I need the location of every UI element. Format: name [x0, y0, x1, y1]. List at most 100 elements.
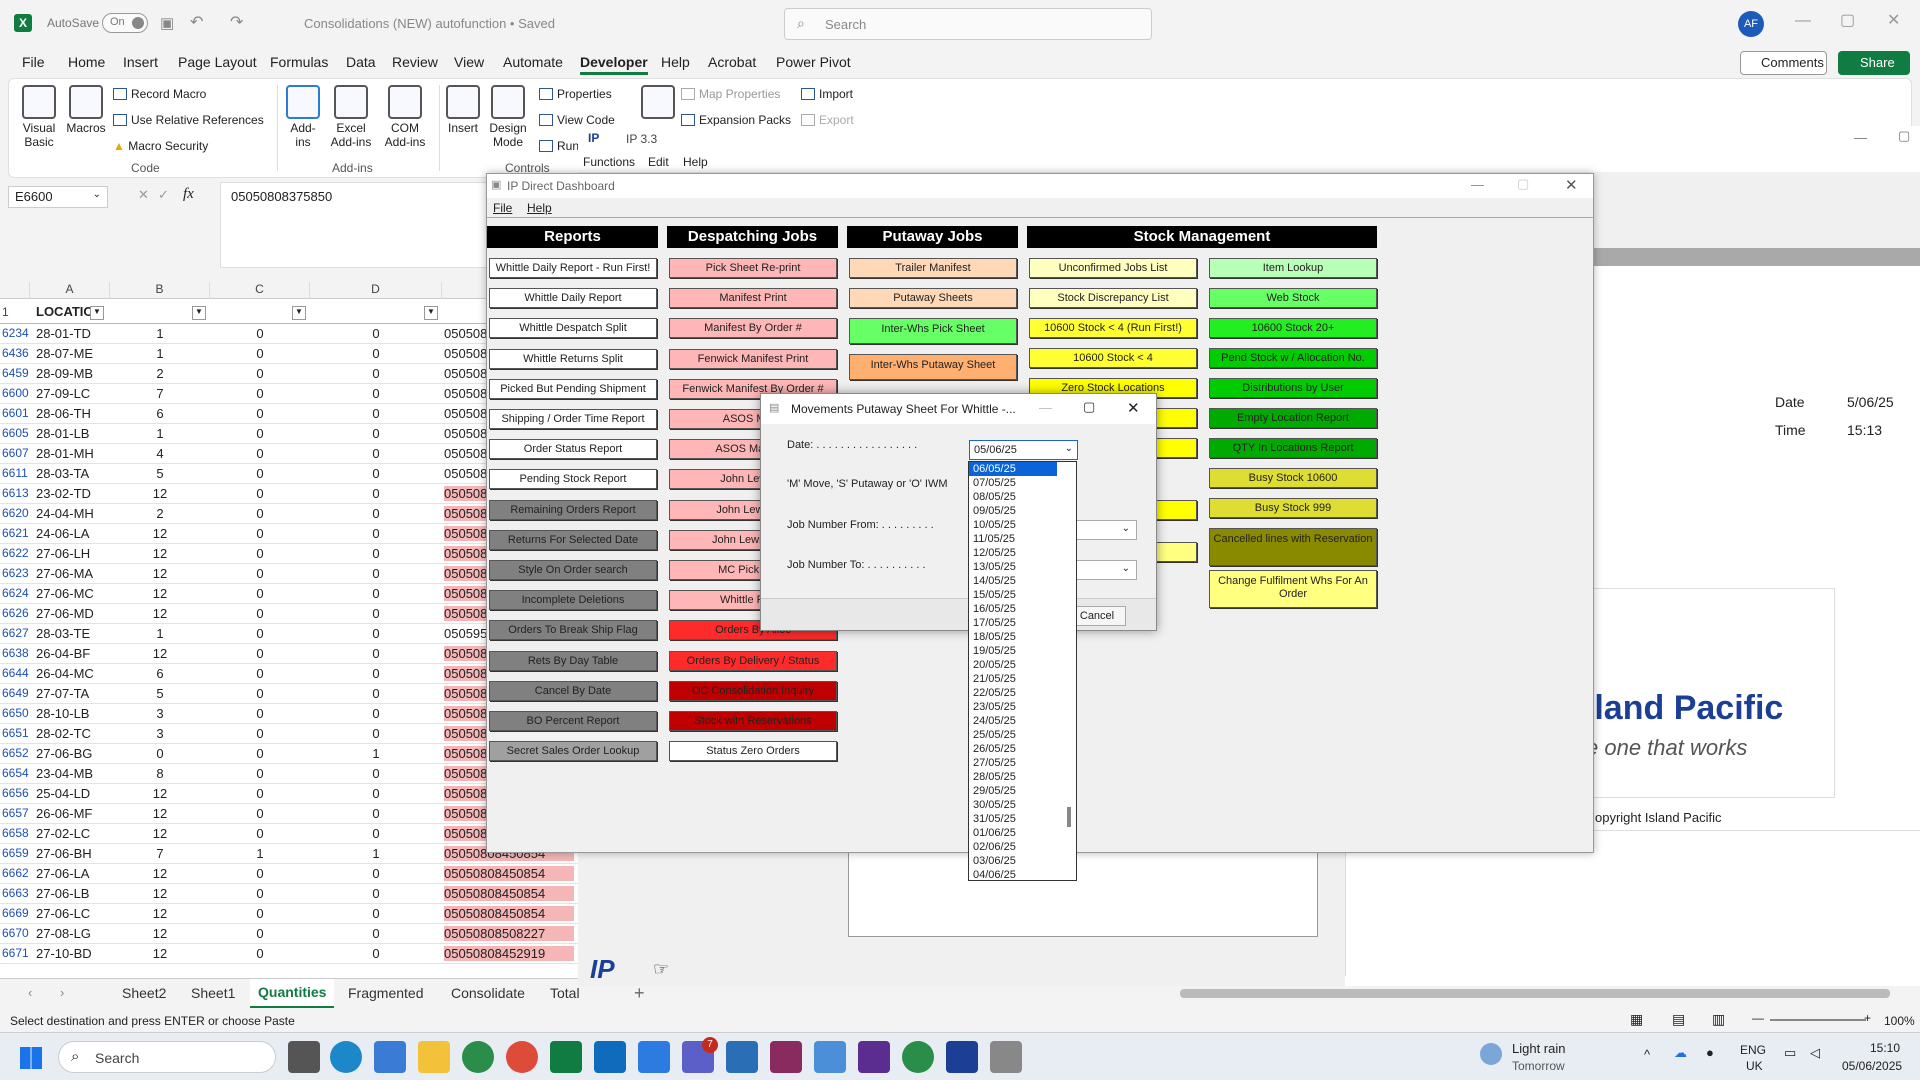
- date-option[interactable]: 28/05/25: [969, 770, 1076, 784]
- minimize-icon[interactable]: —: [1795, 12, 1811, 30]
- cell-location[interactable]: 23-02-TD: [36, 486, 91, 501]
- cell-location[interactable]: 26-06-MF: [36, 806, 92, 821]
- display-icon[interactable]: ▭: [1784, 1045, 1796, 1061]
- despatch-button[interactable]: Manifest By Order #: [669, 318, 837, 339]
- scrollbar-thumb[interactable]: [1067, 807, 1071, 827]
- reports-button[interactable]: Pending Stock Report: [489, 469, 657, 490]
- filter-dropdown-icon[interactable]: ▼: [90, 306, 104, 320]
- cell-b[interactable]: 12: [110, 606, 210, 621]
- cell-e[interactable]: 05050808508227: [444, 926, 574, 941]
- row-number[interactable]: 6654: [0, 766, 30, 780]
- cell-location[interactable]: 28-03-TE: [36, 626, 90, 641]
- date-option[interactable]: 23/05/25: [969, 700, 1076, 714]
- row-number[interactable]: 6652: [0, 746, 30, 760]
- cell-location[interactable]: 27-06-MA: [36, 566, 93, 581]
- putaway-button[interactable]: Putaway Sheets: [849, 288, 1017, 308]
- date-option[interactable]: 25/05/25: [969, 728, 1076, 742]
- autosave-toggle[interactable]: On: [102, 13, 148, 33]
- cell-location[interactable]: 27-06-LB: [36, 886, 89, 901]
- zoom-out-icon[interactable]: —: [1752, 1011, 1764, 1025]
- weather-text[interactable]: Light rain: [1512, 1041, 1565, 1056]
- chevron-up-icon[interactable]: ^: [1644, 1047, 1650, 1062]
- row-number[interactable]: 6670: [0, 926, 30, 940]
- export-button[interactable]: Export: [801, 113, 854, 127]
- row-number[interactable]: 6662: [0, 866, 30, 880]
- stock1-button[interactable]: Stock Discrepancy List: [1029, 288, 1197, 308]
- cell-b[interactable]: 7: [110, 846, 210, 861]
- row-number[interactable]: 6669: [0, 906, 30, 920]
- cell-location[interactable]: 27-08-LG: [36, 926, 91, 941]
- stock2-button[interactable]: Cancelled lines with Reservation: [1209, 528, 1377, 566]
- cell-location[interactable]: 28-01-LB: [36, 426, 89, 441]
- cancel-entry-icon[interactable]: ✕: [138, 187, 149, 203]
- row-number[interactable]: 6621: [0, 526, 30, 540]
- filter-dropdown-icon[interactable]: ▼: [192, 306, 206, 320]
- cell-location[interactable]: 28-09-MB: [36, 366, 93, 381]
- minimize-icon[interactable]: —: [1471, 177, 1484, 192]
- cell-d[interactable]: 0: [310, 886, 442, 901]
- cell-c[interactable]: 0: [210, 506, 310, 521]
- date-option[interactable]: 26/05/25: [969, 742, 1076, 756]
- cell-location[interactable]: 28-01-MH: [36, 446, 94, 461]
- corner-cell[interactable]: [0, 282, 30, 299]
- cell-d[interactable]: 0: [310, 326, 442, 341]
- filter-dropdown-icon[interactable]: ▼: [292, 306, 306, 320]
- cell-c[interactable]: 0: [210, 626, 310, 641]
- snipping-tool-icon[interactable]: [770, 1041, 802, 1073]
- search-app-icon[interactable]: [902, 1041, 934, 1073]
- cell-location[interactable]: 28-06-TH: [36, 406, 91, 421]
- reports-button[interactable]: Orders To Break Ship Flag: [489, 620, 657, 641]
- tab-developer[interactable]: Developer: [580, 54, 648, 75]
- close-icon[interactable]: ✕: [1127, 399, 1140, 417]
- cell-d[interactable]: 0: [310, 826, 442, 841]
- expansion-packs-button[interactable]: Expansion Packs: [681, 113, 791, 127]
- cell-d[interactable]: 0: [310, 866, 442, 881]
- cell-b[interactable]: 1: [110, 626, 210, 641]
- sheet-tab-fragmented[interactable]: Fragmented: [348, 985, 423, 1001]
- date-option[interactable]: 08/05/25: [969, 490, 1076, 504]
- stock2-button[interactable]: QTY In Locations Report: [1209, 438, 1377, 458]
- despatch-button[interactable]: Fenwick Manifest Print: [669, 348, 837, 369]
- reports-button[interactable]: Incomplete Deletions: [489, 590, 657, 611]
- date-option[interactable]: 09/05/25: [969, 504, 1076, 518]
- taskbar-search[interactable]: ⌕ Search: [58, 1041, 276, 1073]
- zoom-level[interactable]: 100%: [1884, 1014, 1915, 1028]
- table-row[interactable]: 6671 27-10-BD 12 0 0 05050808452919: [0, 944, 580, 964]
- despatch-button[interactable]: Pick Sheet Re-print: [669, 258, 837, 278]
- row-number[interactable]: 6626: [0, 606, 30, 620]
- confirm-entry-icon[interactable]: ✓: [158, 187, 169, 203]
- tab-acrobat[interactable]: Acrobat: [708, 54, 756, 70]
- date-option[interactable]: 01/06/25: [969, 826, 1076, 840]
- map-properties-button[interactable]: Map Properties: [681, 87, 780, 101]
- cell-d[interactable]: 0: [310, 706, 442, 721]
- reports-button[interactable]: Returns For Selected Date: [489, 529, 657, 550]
- cell-c[interactable]: 0: [210, 746, 310, 761]
- maximize-icon[interactable]: ▢: [1517, 176, 1529, 192]
- source-button[interactable]: [641, 85, 675, 121]
- cell-d[interactable]: 0: [310, 426, 442, 441]
- table-row[interactable]: 6669 27-06-LC 12 0 0 05050808450854: [0, 904, 580, 924]
- stock1-button[interactable]: 10600 Stock < 4 (Run First!): [1029, 318, 1197, 338]
- cell-b[interactable]: 12: [110, 826, 210, 841]
- reports-button[interactable]: Whittle Despatch Split: [489, 318, 657, 339]
- tab-review[interactable]: Review: [392, 54, 438, 70]
- cell-c[interactable]: 0: [210, 886, 310, 901]
- cell-location[interactable]: 24-06-LA: [36, 526, 89, 541]
- cell-e[interactable]: 05050808450854: [444, 906, 574, 921]
- cell-c[interactable]: 0: [210, 446, 310, 461]
- windows-start-icon[interactable]: [20, 1047, 42, 1069]
- cell-d[interactable]: 0: [310, 686, 442, 701]
- excel-addins-button[interactable]: Excel Add-ins: [327, 85, 375, 149]
- cell-c[interactable]: 0: [210, 706, 310, 721]
- cell-d[interactable]: 0: [310, 906, 442, 921]
- cell-d[interactable]: 0: [310, 586, 442, 601]
- relative-references-button[interactable]: Use Relative References: [113, 113, 264, 127]
- file-explorer-icon[interactable]: [418, 1041, 450, 1073]
- cell-location[interactable]: 27-06-BG: [36, 746, 92, 761]
- cell-location[interactable]: 27-06-MD: [36, 606, 94, 621]
- row-number[interactable]: 6607: [0, 446, 30, 460]
- cell-d[interactable]: 0: [310, 946, 442, 961]
- reports-button[interactable]: Rets By Day Table: [489, 650, 657, 671]
- cell-location[interactable]: 27-02-LC: [36, 826, 90, 841]
- row-number[interactable]: 6234: [0, 326, 30, 340]
